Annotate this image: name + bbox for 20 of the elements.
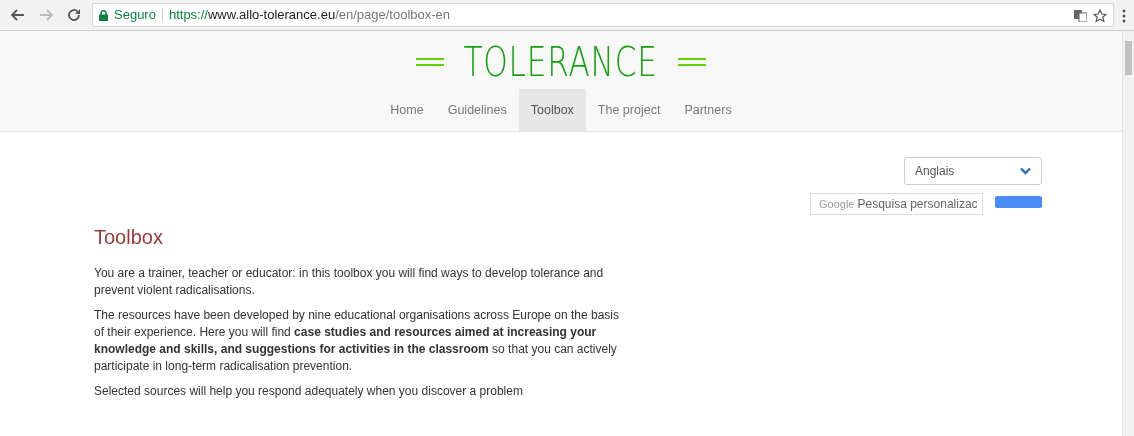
chevron-down-icon xyxy=(1020,167,1031,175)
nav-link[interactable]: Home xyxy=(378,89,436,131)
nav-link[interactable]: Guidelines xyxy=(435,89,519,131)
paragraph: The resources have been developed by nine educational organisations across Europe on the basis of their experience. Here you will find case studies and resources aimed at increasing your knowledge and skills, and suggestions for activities in the classroom so that you can actively participate in long-term radicalisation prevention. xyxy=(94,307,620,375)
url-text: https://www.allo-tolerance.eu/en/page/toolbox-en xyxy=(168,6,451,25)
nav-link[interactable]: Partners xyxy=(672,89,744,131)
paragraph: Selected sources will help you respond adequately when you discover a problem xyxy=(94,383,524,400)
paragraph: You are a trainer, teacher or educator: in this toolbox you will find ways to develop tolerance and prevent violent radicalisations. xyxy=(94,265,605,299)
nav-link[interactable]: The project xyxy=(585,89,673,131)
site-logo[interactable]: TOLERANCE xyxy=(463,42,659,82)
page-title: Toolbox xyxy=(94,225,164,249)
search-field[interactable]: Google Pesquisa personalizac xyxy=(810,193,983,215)
language-select[interactable]: Anglais xyxy=(904,157,1042,185)
lock-icon xyxy=(99,9,108,21)
nav-link[interactable]: Toolbox xyxy=(518,89,586,131)
address-bar[interactable]: Seguro https://www.allo-tolerance.eu/en/page/toolbox-en xyxy=(92,3,1114,27)
logo-ornament-icon xyxy=(677,57,706,67)
security-label: Seguro xyxy=(114,6,156,25)
scrollbar[interactable] xyxy=(1122,31,1134,436)
logo-ornament-icon xyxy=(416,57,445,67)
